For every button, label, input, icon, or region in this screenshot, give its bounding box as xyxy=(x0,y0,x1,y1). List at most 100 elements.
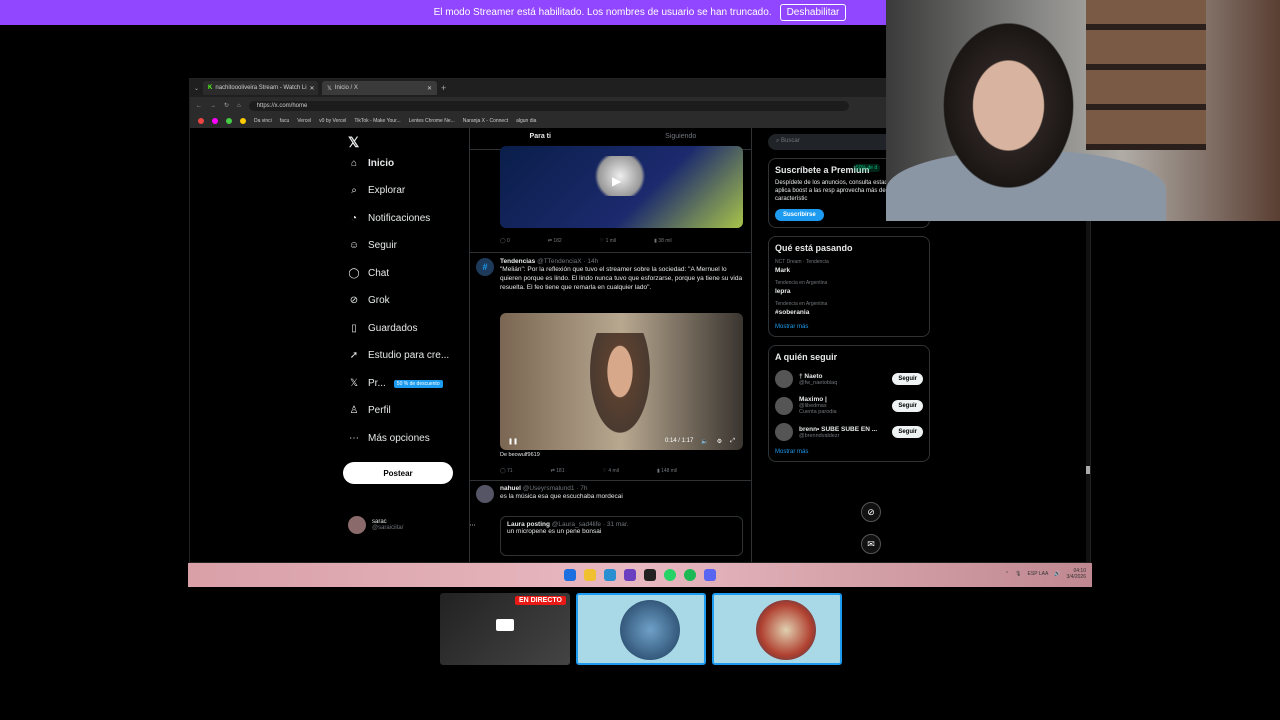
tab-list-icon[interactable]: ⌄ xyxy=(194,85,199,92)
chevron-up-icon[interactable]: ⌃ xyxy=(1005,571,1009,577)
reply-count[interactable]: ◯ 71 xyxy=(500,468,513,474)
whatsapp-icon[interactable] xyxy=(664,569,676,581)
bookmark-item[interactable]: facu xyxy=(280,118,289,124)
like-count[interactable]: ♡ 1 mil xyxy=(600,238,616,244)
bookmark-item[interactable]: Naranja X - Connect xyxy=(463,118,508,124)
disable-button[interactable]: Deshabilitar xyxy=(779,4,847,21)
bookmark-icon[interactable] xyxy=(198,118,204,124)
screen-icon xyxy=(496,619,514,631)
nav-item-perfil[interactable]: ♙ Perfil xyxy=(348,405,391,416)
tweet-author[interactable]: Tendencias @TTendenciaX · 14h xyxy=(500,258,745,265)
follow-button[interactable]: Seguir xyxy=(892,399,923,412)
nav-item-mas-opciones[interactable]: ⋯ Más opciones xyxy=(348,433,430,444)
view-count[interactable]: ▮ 148 mil xyxy=(657,468,677,474)
trend-item[interactable]: Tendencia en Argentina #soberania xyxy=(775,301,923,316)
edge-icon[interactable] xyxy=(604,569,616,581)
url-field[interactable]: https://x.com/home xyxy=(248,100,849,111)
view-count[interactable]: ▮ 38 mil xyxy=(654,238,671,244)
bookmark-icon[interactable] xyxy=(212,118,218,124)
show-more-link[interactable]: Mostrar más xyxy=(775,449,923,455)
trend-topic: lepra xyxy=(775,288,791,295)
new-tab-icon[interactable]: + xyxy=(441,83,446,93)
participant-tile[interactable] xyxy=(576,593,706,665)
follow-button[interactable]: Seguir xyxy=(892,426,923,438)
nav-item-premium[interactable]: 𝕏 Pr... 50 % de descuento xyxy=(348,378,443,389)
spotify-icon[interactable] xyxy=(684,569,696,581)
video-source[interactable]: De beowulf9619 xyxy=(500,452,540,458)
nav-item-inicio[interactable]: ⌂ Inicio xyxy=(348,158,394,169)
search-icon: ⌕ xyxy=(351,185,357,196)
play-icon[interactable]: ▶ xyxy=(612,174,621,188)
app-icon[interactable] xyxy=(624,569,636,581)
app-icon[interactable] xyxy=(644,569,656,581)
hashtag-avatar-icon[interactable]: # xyxy=(476,258,494,276)
account-switcher[interactable]: sarac @saraiciita/ ⋯ xyxy=(348,516,475,534)
settings-icon[interactable]: ⚙ xyxy=(717,438,722,445)
nav-item-guardados[interactable]: ▯ Guardados xyxy=(348,323,417,334)
repost-count[interactable]: ⇄ 182 xyxy=(548,238,562,244)
participant-tile[interactable] xyxy=(712,593,842,665)
reload-icon[interactable]: ↻ xyxy=(224,102,229,109)
bookmark-icon[interactable] xyxy=(240,118,246,124)
messages-fab-icon[interactable]: ✉ xyxy=(861,534,881,554)
account-handle: @fw_naetobiaq xyxy=(799,379,838,386)
bookmark-item[interactable]: Vercel xyxy=(297,118,311,124)
home-icon[interactable]: ⌂ xyxy=(237,103,241,109)
clock[interactable]: 04:10 3/4/2026 xyxy=(1067,568,1086,580)
follow-button[interactable]: Seguir xyxy=(892,373,923,385)
avatar xyxy=(348,516,366,534)
trending-title: Qué está pasando xyxy=(775,243,853,253)
grok-fab-icon[interactable]: ⊘ xyxy=(861,502,881,522)
scroll-thumb[interactable] xyxy=(1086,466,1090,474)
nav-item-seguir[interactable]: ☺ Seguir xyxy=(348,240,397,251)
forward-icon[interactable]: → xyxy=(210,103,216,109)
nav-item-chat[interactable]: ◯ Chat xyxy=(348,268,389,279)
live-stream-tile[interactable]: EN DIRECTO xyxy=(440,593,570,665)
show-more-link[interactable]: Mostrar más xyxy=(775,324,923,330)
pause-icon[interactable]: ❚❚ xyxy=(508,438,518,445)
back-icon[interactable]: ← xyxy=(196,103,202,109)
bookmark-item[interactable]: Da vinci xyxy=(254,118,272,124)
repost-count[interactable]: ⇄ 181 xyxy=(551,468,565,474)
close-tab-icon[interactable]: ✕ xyxy=(427,85,432,92)
fullscreen-icon[interactable]: ⤢ xyxy=(730,438,735,445)
author-handle: @Useyrsmalund1 · 7h xyxy=(522,485,588,492)
avatar[interactable] xyxy=(476,485,494,503)
post-media[interactable]: ▶ xyxy=(500,146,743,228)
trend-item[interactable]: Tendencia en Argentina lepra xyxy=(775,280,923,295)
reply-count[interactable]: ◯ 0 xyxy=(500,238,510,244)
like-count[interactable]: ♡ 4 mil xyxy=(603,468,619,474)
volume-icon[interactable]: 🔈 xyxy=(701,438,708,445)
scrollbar[interactable] xyxy=(1086,166,1090,562)
nav-item-explorar[interactable]: ⌕ Explorar xyxy=(348,185,405,196)
bookmark-icon[interactable] xyxy=(226,118,232,124)
microphone-icon[interactable]: 🎙 xyxy=(1015,571,1021,577)
bookmark-item[interactable]: Lentes Chrome Ne... xyxy=(409,118,455,124)
bookmark-item[interactable]: algun dia xyxy=(516,118,536,124)
discord-icon[interactable] xyxy=(704,569,716,581)
video-player[interactable]: ❚❚ 0:14 / 1:17 🔈 ⚙ ⤢ xyxy=(500,313,743,450)
quoted-tweet[interactable]: Laura posting @Laura_sad4life · 31 mar. … xyxy=(500,516,743,556)
bookmark-item[interactable]: v0 by Vercel xyxy=(319,118,346,124)
nav-item-estudio[interactable]: ➚ Estudio para cre... xyxy=(348,350,449,361)
nav-label: Seguir xyxy=(368,240,397,251)
tab-x-home[interactable]: 𝕏 Inicio / X ✕ xyxy=(322,81,438,95)
trend-item[interactable]: NCT Dream · Tendencia Mark xyxy=(775,259,923,274)
bookmark-item[interactable]: TikTok - Make Your... xyxy=(354,118,400,124)
subscribe-button[interactable]: Suscribirse xyxy=(775,209,824,221)
follow-suggestion[interactable]: † Naeto @fw_naetobiaq Seguir xyxy=(775,370,923,388)
close-tab-icon[interactable]: ✕ xyxy=(310,85,315,92)
windows-start-icon[interactable] xyxy=(564,569,576,581)
file-explorer-icon[interactable] xyxy=(584,569,596,581)
language-indicator[interactable]: ESP LAA xyxy=(1028,571,1049,577)
tab-stream[interactable]: K nachitoooliveira Stream - Watch Li ✕ xyxy=(203,81,319,95)
tweet-author[interactable]: nahuel @Useyrsmalund1 · 7h xyxy=(500,485,745,492)
x-logo-icon[interactable]: 𝕏 xyxy=(348,134,359,151)
follow-suggestion[interactable]: Maximo | @libedmax Cuenta parodia Seguir xyxy=(775,396,923,415)
post-button[interactable]: Postear xyxy=(343,462,453,484)
nav-item-grok[interactable]: ⊘ Grok xyxy=(348,295,390,306)
follow-suggestion[interactable]: brenn• SUBE SUBE EN ... @brenndvaldezr Se… xyxy=(775,423,923,441)
volume-icon[interactable]: 🔊 xyxy=(1054,571,1060,577)
nav-label: Explorar xyxy=(368,185,406,196)
nav-item-notificaciones[interactable]: ◔ Notificaciones xyxy=(348,213,430,224)
